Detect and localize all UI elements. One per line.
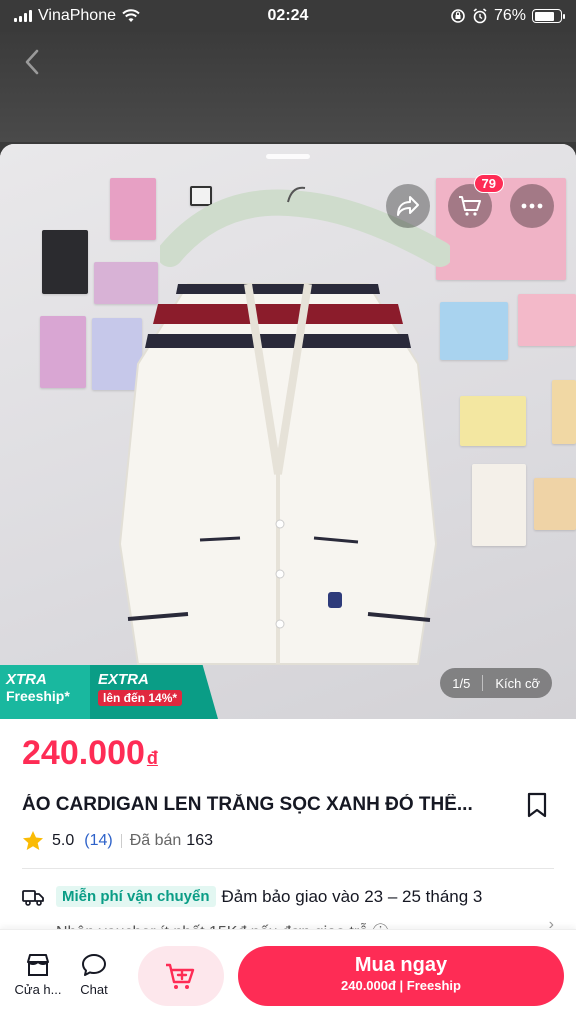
chat-button[interactable]: Chat [66,952,122,997]
store-icon [27,954,49,976]
divider [120,833,122,848]
wall-poster [110,178,156,240]
free-shipping-tag: Miễn phí vận chuyển [56,886,216,907]
product-image[interactable]: 79 XTRA Freeship* EXTRA lên đến 14%* 1/5… [0,144,576,719]
sold-count: 163 [186,831,213,849]
signal-icon [14,10,32,22]
rating-row[interactable]: 5.0 (14) Đã bán 163 [22,830,213,851]
battery-icon [532,9,565,23]
shipping-row[interactable]: Miễn phí vận chuyển Đảm bảo giao vào 23 … [22,886,482,907]
price-value: 240.000 [22,734,145,772]
xtra-freeship-badge: XTRA Freeship* [0,665,90,719]
delivery-truck-icon [22,889,44,906]
divider [22,868,554,869]
more-options-button[interactable] [510,184,554,228]
buy-now-label: Mua ngay [354,954,448,976]
share-icon [397,196,419,216]
status-bar: VinaPhone 02:24 76% [0,0,576,32]
bottom-action-bar: Cửa h... Chat Mua ngay 240.000đ | Freesh… [0,929,576,1024]
product-title[interactable]: ÁO CARDIGAN LEN TRẮNG SỌC XANH ĐỎ THÊ... [22,794,502,816]
add-cart-icon [166,963,195,989]
cart-button[interactable]: 79 [448,174,504,228]
rating-value: 5.0 [52,831,75,849]
sold-label: Đã bán [129,831,182,849]
extra-discount-badge: EXTRA lên đến 14%* [90,665,218,719]
more-dots-icon [521,203,543,209]
wall-poster [40,316,86,388]
image-counter: 1/5 [452,675,471,691]
buy-now-subtitle: 240.000đ | Freeship [341,978,461,993]
product-sheet: 79 XTRA Freeship* EXTRA lên đến 14%* 1/5… [0,144,576,1024]
add-to-cart-button[interactable] [138,946,224,1006]
orientation-lock-icon [451,9,465,23]
size-guide-link[interactable]: Kích cỡ [483,676,552,691]
battery-percent: 76% [493,7,526,24]
wall-poster [440,302,508,360]
buy-now-button[interactable]: Mua ngay 240.000đ | Freeship [238,946,564,1006]
delivery-estimate: Đảm bảo giao vào 23 – 25 tháng 3 [221,886,483,906]
star-icon [23,831,43,850]
carrier-name: VinaPhone [38,7,116,24]
review-count[interactable]: (14) [84,832,112,850]
back-button[interactable] [16,46,48,78]
chat-label: Chat [80,982,108,997]
alarm-icon [473,8,487,24]
cart-icon [459,196,481,216]
dimmed-backdrop [0,32,576,142]
bookmark-icon [527,792,547,818]
share-button[interactable] [386,184,430,228]
store-label: Cửa h... [14,982,62,997]
product-price: 240.000 đ [22,734,158,773]
wifi-icon [122,9,140,22]
sheet-grabber[interactable] [266,154,310,159]
cardigan-photo [118,283,438,665]
image-counter-pill[interactable]: 1/5 Kích cỡ [440,668,552,698]
wall-poster [460,396,526,446]
store-button[interactable]: Cửa h... [10,952,66,997]
promo-ribbon[interactable]: XTRA Freeship* EXTRA lên đến 14%* [0,665,218,719]
extra-subtitle: lên đến 14%* [98,690,183,706]
xtra-subtitle: Freeship* [6,688,70,704]
chat-bubble-icon [82,954,106,976]
chevron-left-icon [25,49,39,75]
wall-poster [534,478,576,530]
price-currency: đ [146,748,158,768]
wall-poster [518,294,576,346]
xtra-title: XTRA [6,671,47,688]
wall-poster [552,380,576,444]
wall-poster [472,464,526,546]
cart-count-badge: 79 [473,174,504,193]
save-button[interactable] [526,792,552,820]
wall-poster [42,230,88,294]
extra-title: EXTRA [98,671,149,688]
